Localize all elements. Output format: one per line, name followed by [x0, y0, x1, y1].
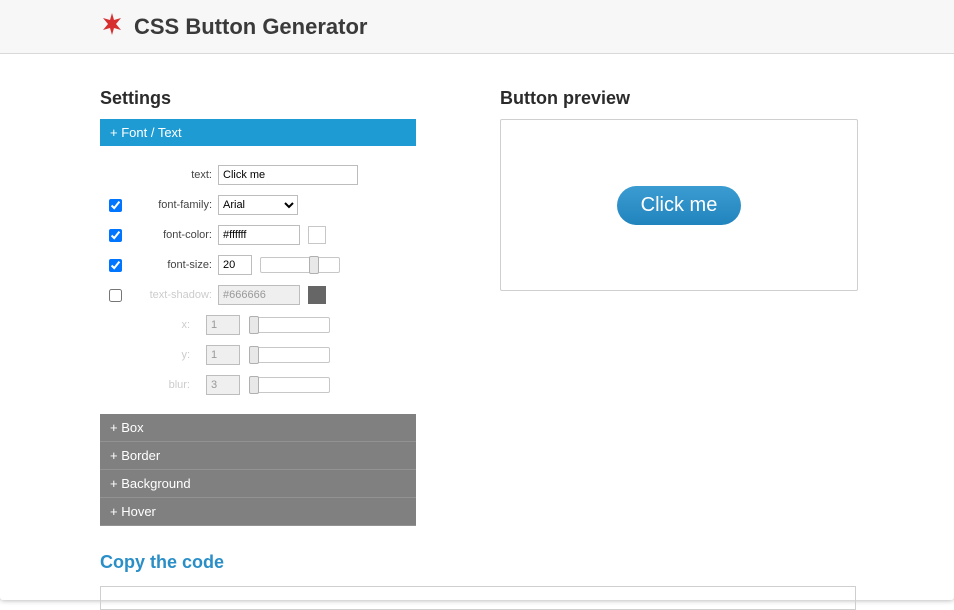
font-family-checkbox[interactable] — [109, 199, 122, 212]
settings-heading: Settings — [100, 88, 416, 109]
copy-code-heading: Copy the code — [100, 552, 416, 573]
font-size-input[interactable] — [218, 255, 252, 275]
app-header: CSS Button Generator — [0, 0, 954, 54]
text-shadow-color-input[interactable] — [218, 285, 300, 305]
text-input[interactable] — [218, 165, 358, 185]
section-hover[interactable]: + Hover — [100, 498, 416, 526]
text-shadow-blur-input[interactable] — [206, 375, 240, 395]
font-color-label: font-color: — [130, 229, 218, 241]
font-size-checkbox[interactable] — [109, 259, 122, 272]
app-title: CSS Button Generator — [134, 14, 367, 40]
settings-panel: + Font / Text text: font-family: — [100, 119, 416, 526]
section-background[interactable]: + Background — [100, 470, 416, 498]
preview-box: Click me — [500, 119, 858, 291]
section-font-text[interactable]: + Font / Text — [100, 119, 416, 146]
text-shadow-checkbox[interactable] — [109, 289, 122, 302]
font-family-select[interactable]: Arial — [218, 195, 298, 215]
text-shadow-y-label: y: — [100, 349, 196, 361]
section-border[interactable]: + Border — [100, 442, 416, 470]
star-icon — [100, 12, 124, 41]
preview-button[interactable]: Click me — [617, 186, 742, 225]
text-shadow-x-input[interactable] — [206, 315, 240, 335]
text-shadow-x-label: x: — [100, 319, 196, 331]
text-label: text: — [130, 169, 218, 181]
text-shadow-blur-label: blur: — [100, 379, 196, 391]
copy-code-box[interactable] — [100, 586, 856, 610]
text-shadow-label: text-shadow: — [130, 289, 218, 301]
text-shadow-blur-slider[interactable] — [250, 377, 330, 393]
font-family-label: font-family: — [130, 199, 218, 211]
text-shadow-y-slider[interactable] — [250, 347, 330, 363]
font-color-checkbox[interactable] — [109, 229, 122, 242]
font-size-slider[interactable] — [260, 257, 340, 273]
font-size-label: font-size: — [130, 259, 218, 271]
text-shadow-x-slider[interactable] — [250, 317, 330, 333]
text-shadow-y-input[interactable] — [206, 345, 240, 365]
preview-heading: Button preview — [500, 88, 858, 109]
section-font-text-body: text: font-family: Arial — [100, 146, 416, 414]
font-color-input[interactable] — [218, 225, 300, 245]
text-shadow-swatch[interactable] — [308, 286, 326, 304]
font-color-swatch[interactable] — [308, 226, 326, 244]
section-box[interactable]: + Box — [100, 414, 416, 442]
